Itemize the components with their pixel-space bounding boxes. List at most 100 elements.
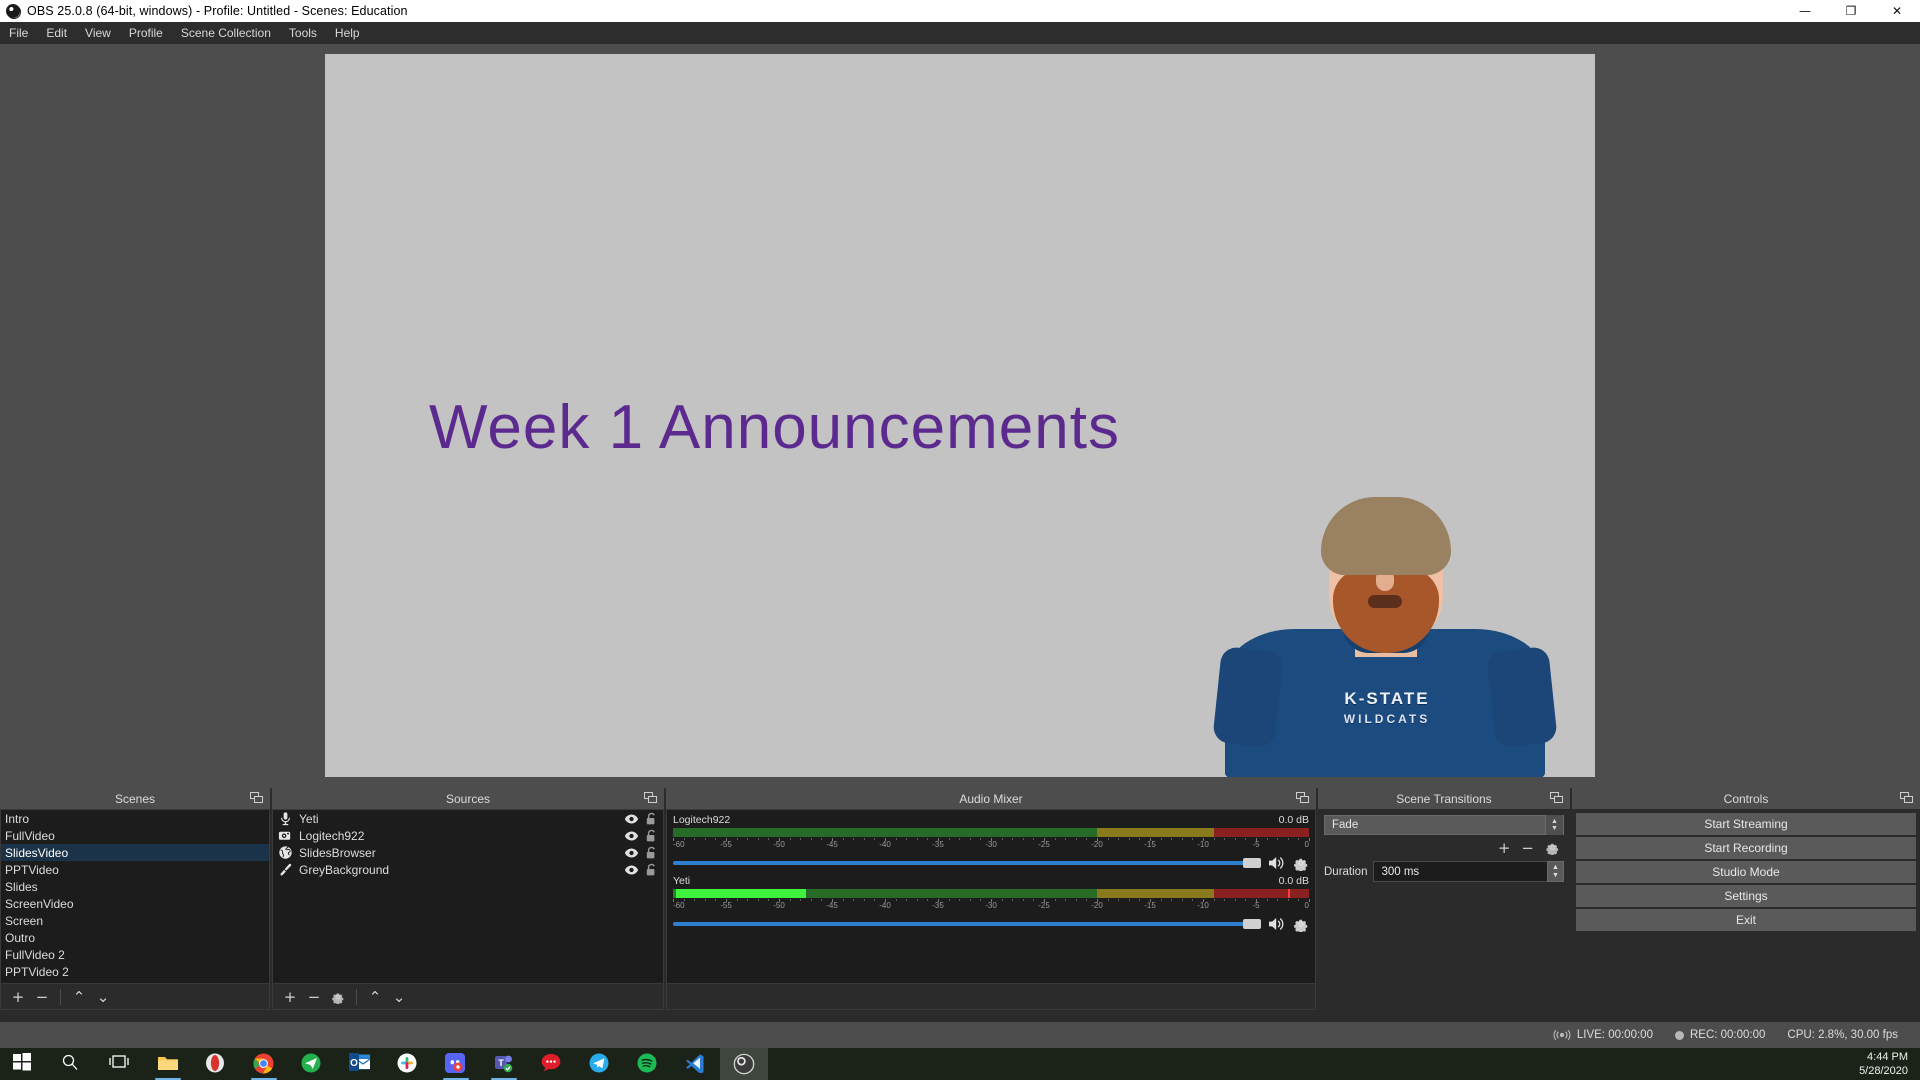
remove-source-button[interactable]: −	[303, 986, 325, 1008]
volume-slider-handle[interactable]	[1243, 919, 1261, 929]
menu-view[interactable]: View	[76, 22, 120, 44]
taskbar-file-explorer[interactable]	[144, 1048, 192, 1080]
settings-button[interactable]: Settings	[1576, 885, 1916, 907]
menu-help[interactable]: Help	[326, 22, 369, 44]
float-icon[interactable]	[644, 792, 658, 804]
float-icon[interactable]	[1296, 792, 1310, 804]
studio-mode-button[interactable]: Studio Mode	[1576, 861, 1916, 883]
menu-profile[interactable]: Profile	[120, 22, 172, 44]
menu-tools[interactable]: Tools	[280, 22, 326, 44]
audio-settings-gear-icon[interactable]	[1293, 855, 1309, 872]
move-source-up-button[interactable]: ⌃	[364, 986, 386, 1008]
meter-minor-tick	[959, 838, 961, 840]
visibility-eye-icon[interactable]	[624, 830, 639, 842]
float-icon[interactable]	[1900, 792, 1914, 804]
meter-minor-tick	[715, 899, 717, 901]
chevron-updown-icon[interactable]: ▲ ▼	[1545, 815, 1563, 835]
add-source-button[interactable]: +	[279, 986, 301, 1008]
scene-list-item[interactable]: SlidesVideo	[1, 844, 269, 861]
maximize-button[interactable]: ❐	[1828, 0, 1874, 22]
volume-meter	[673, 828, 1309, 837]
meter-minor-tick	[800, 899, 802, 901]
volume-slider[interactable]	[673, 856, 1261, 870]
menu-file[interactable]: File	[0, 22, 37, 44]
mixer-tracks[interactable]: Logitech922 0.0 dB -60 -55 -50 -45 -40 -35 -30 -2…	[666, 809, 1316, 984]
taskbar-telegram-green[interactable]	[288, 1048, 336, 1080]
transition-select[interactable]: Fade ▲ ▼	[1324, 815, 1564, 835]
sources-list[interactable]: Yeti Logitech922 SlidesBrowser GreyBackgrou…	[272, 809, 664, 984]
menu-edit[interactable]: Edit	[37, 22, 76, 44]
duration-input[interactable]: 300 ms ▲ ▼	[1373, 861, 1564, 882]
source-list-item[interactable]: GreyBackground	[273, 861, 663, 878]
menu-scene-collection[interactable]: Scene Collection	[172, 22, 280, 44]
minimize-button[interactable]: —	[1782, 0, 1828, 22]
move-scene-up-button[interactable]: ⌃	[68, 986, 90, 1008]
add-scene-button[interactable]: +	[7, 986, 29, 1008]
toolbar-separator	[356, 988, 357, 1005]
float-icon[interactable]	[250, 792, 264, 804]
taskbar-spotify[interactable]	[624, 1048, 672, 1080]
scene-list-item[interactable]: FullVideo	[1, 827, 269, 844]
scenes-list[interactable]: Intro FullVideo SlidesVideo PPTVideo Slides S…	[0, 809, 270, 984]
taskbar-discord[interactable]	[432, 1048, 480, 1080]
scene-list-item[interactable]: Screen	[1, 912, 269, 929]
taskbar-visual-studio-code[interactable]	[672, 1048, 720, 1080]
lock-icon[interactable]	[645, 812, 658, 826]
globe-icon	[278, 845, 293, 860]
spotify-icon	[637, 1053, 659, 1075]
source-list-item[interactable]: Logitech922	[273, 827, 663, 844]
taskbar-opera[interactable]	[192, 1048, 240, 1080]
scene-list-item[interactable]: PPTVideo 2	[1, 963, 269, 980]
transitions-dock-title-label: Scene Transitions	[1396, 791, 1492, 806]
lock-icon[interactable]	[645, 829, 658, 843]
taskbar-start-button[interactable]	[0, 1048, 48, 1080]
taskbar-obs-studio[interactable]	[720, 1048, 768, 1080]
scene-list-item[interactable]: ScreenVideo	[1, 895, 269, 912]
spinner-arrows-icon[interactable]: ▲ ▼	[1547, 861, 1564, 882]
scene-list-item[interactable]: Slides	[1, 878, 269, 895]
lock-icon[interactable]	[645, 846, 658, 860]
meter-minor-tick	[959, 899, 961, 901]
audio-mixer-dock: Audio Mixer Logitech922 0.0 dB -60 -55 -50 -4…	[666, 788, 1316, 1022]
move-scene-down-button[interactable]: ⌄	[92, 986, 114, 1008]
taskbar-chat[interactable]	[528, 1048, 576, 1080]
visibility-eye-icon[interactable]	[624, 813, 639, 825]
remove-transition-button[interactable]: −	[1521, 839, 1534, 857]
exit-button[interactable]: Exit	[1576, 909, 1916, 931]
source-list-item[interactable]: Yeti	[273, 810, 663, 827]
live-status: LIVE: 00:00:00	[1553, 1029, 1653, 1041]
audio-settings-gear-icon[interactable]	[1293, 916, 1309, 933]
taskbar-slack[interactable]	[384, 1048, 432, 1080]
close-button[interactable]: ✕	[1874, 0, 1920, 22]
mute-speaker-icon[interactable]	[1268, 855, 1286, 871]
remove-scene-button[interactable]: −	[31, 986, 53, 1008]
mute-speaker-icon[interactable]	[1268, 916, 1286, 932]
lock-icon[interactable]	[645, 863, 658, 877]
scene-list-item[interactable]: FullVideo 2	[1, 946, 269, 963]
taskbar-microsoft-teams[interactable]: T	[480, 1048, 528, 1080]
source-properties-button[interactable]	[327, 986, 349, 1008]
volume-slider[interactable]	[673, 917, 1261, 931]
taskbar-search[interactable]	[48, 1048, 96, 1080]
system-clock[interactable]: 4:44 PM 5/28/2020	[1859, 1050, 1920, 1078]
program-preview-canvas[interactable]: Week 1 Announcements K-STATE WILDCATS	[325, 54, 1595, 777]
taskbar-telegram[interactable]	[576, 1048, 624, 1080]
scene-list-item[interactable]: Intro	[1, 810, 269, 827]
visibility-eye-icon[interactable]	[624, 864, 639, 876]
taskbar-task-view[interactable]	[96, 1048, 144, 1080]
taskbar-chrome[interactable]	[240, 1048, 288, 1080]
scene-list-item[interactable]: Outro	[1, 929, 269, 946]
transition-properties-button[interactable]	[1545, 839, 1560, 857]
meter-minor-tick	[1171, 838, 1173, 840]
visibility-eye-icon[interactable]	[624, 847, 639, 859]
start-streaming-button[interactable]: Start Streaming	[1576, 813, 1916, 835]
paper-plane-icon	[301, 1053, 323, 1075]
taskbar-outlook[interactable]: O	[336, 1048, 384, 1080]
add-transition-button[interactable]: +	[1498, 839, 1511, 857]
move-source-down-button[interactable]: ⌄	[388, 986, 410, 1008]
start-recording-button[interactable]: Start Recording	[1576, 837, 1916, 859]
scene-list-item[interactable]: PPTVideo	[1, 861, 269, 878]
volume-slider-handle[interactable]	[1243, 858, 1261, 868]
source-list-item[interactable]: SlidesBrowser	[273, 844, 663, 861]
float-icon[interactable]	[1550, 792, 1564, 804]
